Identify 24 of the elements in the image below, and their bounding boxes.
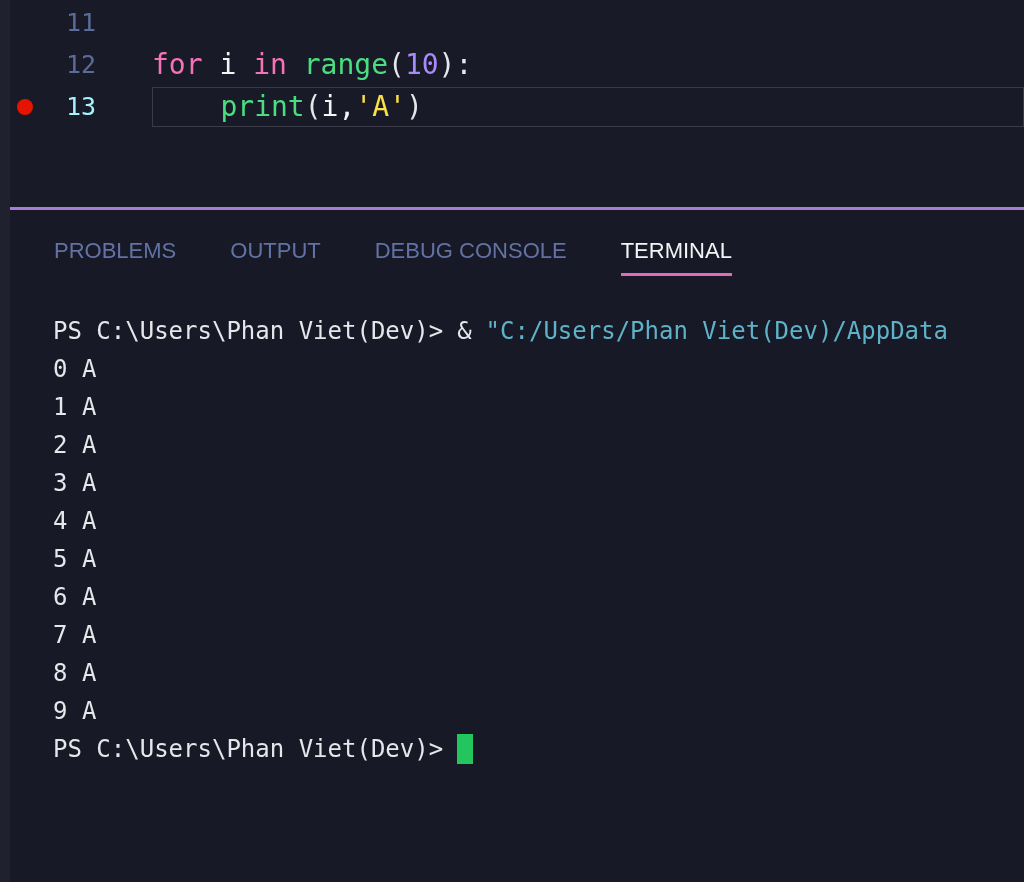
code-line: print(i,'A') xyxy=(219,93,423,121)
code-line: for i in range(10): xyxy=(152,51,473,79)
terminal-output: 8 A xyxy=(53,658,97,689)
breakpoint-icon[interactable] xyxy=(17,99,33,115)
line-number: 12 xyxy=(64,49,97,82)
panel-tab[interactable]: OUTPUT xyxy=(230,234,321,276)
terminal-output: 4 A xyxy=(53,506,97,537)
line-number: 13 xyxy=(64,91,97,124)
terminal-output: 0 A xyxy=(53,354,97,385)
panel-tab[interactable]: TERMINAL xyxy=(620,234,732,276)
panel-tab[interactable]: DEBUG CONSOLE xyxy=(374,234,567,276)
terminal-output: 1 A xyxy=(53,392,97,423)
terminal-operator: & xyxy=(457,316,472,347)
terminal-prompt: PS C:\Users\Phan Viet(Dev)> xyxy=(53,734,444,765)
terminal-prompt: PS C:\Users\Phan Viet(Dev)> xyxy=(53,316,444,347)
terminal-output: 3 A xyxy=(53,468,97,499)
panel-tab[interactable]: PROBLEMS xyxy=(54,234,177,276)
line-number: 11 xyxy=(64,7,97,40)
terminal-output: 6 A xyxy=(53,582,97,613)
terminal-argument: "C:/Users/Phan Viet(Dev)/AppData xyxy=(485,316,948,347)
terminal-output: 7 A xyxy=(53,620,97,651)
terminal-output: 5 A xyxy=(53,544,97,575)
terminal-output: 2 A xyxy=(53,430,97,461)
terminal-output: 9 A xyxy=(53,696,97,727)
